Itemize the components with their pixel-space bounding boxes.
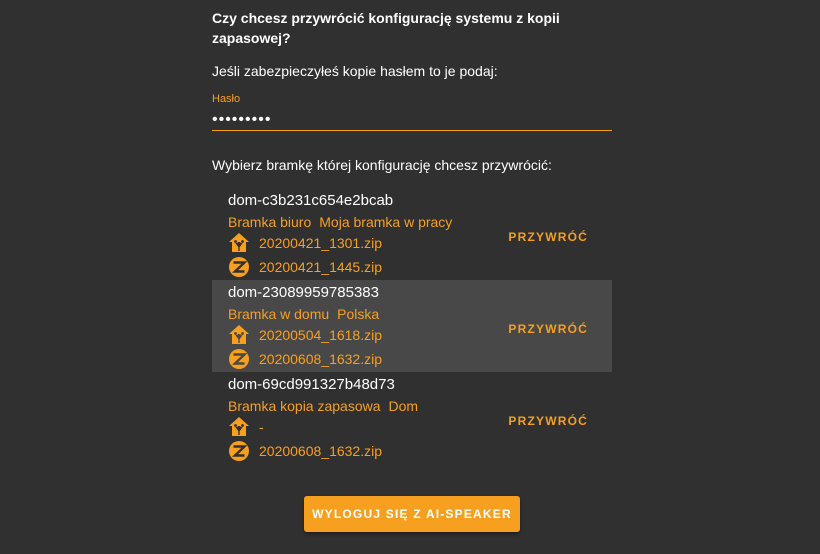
gateway-item[interactable]: dom-69cd991327b48d73 Bramka kopia zapaso… [212,372,612,464]
backup-file-name: 20200608_1632.zip [259,443,383,459]
password-input[interactable] [212,110,612,131]
gateway-name: Polska [337,306,380,322]
zigbee-icon [228,440,250,462]
gateway-name: Bramka kopia zapasowa [228,398,381,414]
backup-file-row: 20200608_1632.zip [228,348,382,370]
home-assistant-icon [228,324,250,346]
gateway-name: Dom [388,398,419,414]
gateway-id: dom-c3b231c654e2bcab [228,192,394,209]
gateway-names: Bramka w domu Polska [228,305,387,323]
backup-file-name: 20200504_1618.zip [259,327,383,343]
zigbee-icon [228,256,250,278]
restore-question: Czy chcesz przywrócić konfigurację syste… [212,10,560,46]
backup-file-name: - [259,419,264,435]
password-label: Hasło [212,93,241,105]
restore-button[interactable]: PRZYWRÓĆ [508,318,588,340]
choose-gateway-label: Wybierz bramkę której konfigurację chces… [212,157,552,173]
backup-file-name: 20200421_1445.zip [259,259,383,275]
backup-file-row: - [228,416,264,438]
backup-file-row: 20200421_1445.zip [228,256,382,278]
backup-file-row: 20200421_1301.zip [228,232,382,254]
gateway-names: Bramka kopia zapasowa Dom [228,397,426,415]
backup-file-row: 20200504_1618.zip [228,324,382,346]
zigbee-icon [228,348,250,370]
home-assistant-icon [228,232,250,254]
home-assistant-icon [228,416,250,438]
password-hint: Jeśli zabezpieczyłeś kopie hasłem to je … [212,63,498,79]
gateway-name: Moja bramka w pracy [319,214,453,230]
gateway-item[interactable]: dom-c3b231c654e2bcab Bramka biuro Moja br… [212,188,612,280]
gateway-id: dom-23089959785383 [228,284,379,301]
backup-file-name: 20200421_1301.zip [259,235,383,251]
gateway-name: Bramka w domu [228,306,330,322]
gateway-id: dom-69cd991327b48d73 [228,376,395,393]
gateway-name: Bramka biuro [228,214,312,230]
restore-button[interactable]: PRZYWRÓĆ [508,226,588,248]
backup-file-name: 20200608_1632.zip [259,351,383,367]
restore-button[interactable]: PRZYWRÓĆ [508,410,588,432]
gateway-list: dom-c3b231c654e2bcab Bramka biuro Moja br… [212,188,612,464]
gateway-names: Bramka biuro Moja bramka w pracy [228,213,460,231]
backup-file-row: 20200608_1632.zip [228,440,382,462]
gateway-item[interactable]: dom-23089959785383 Bramka w domu Polska 2… [212,280,612,372]
logout-button[interactable]: WYLOGUJ SIĘ Z AI-SPEAKER [304,496,520,532]
